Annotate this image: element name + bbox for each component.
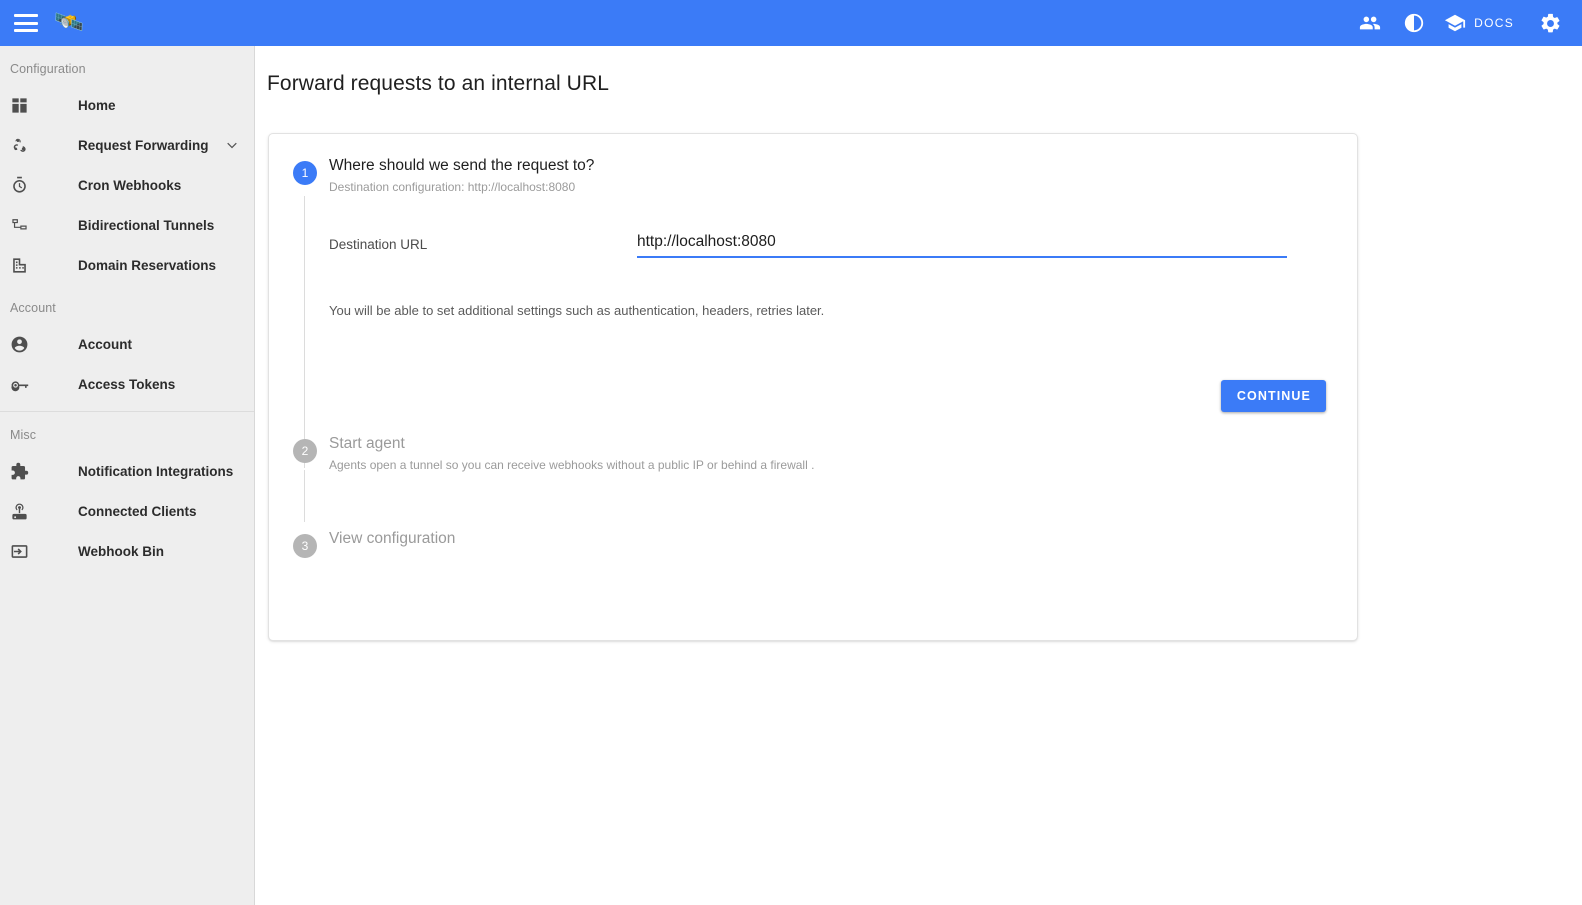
sidebar-item-label: Webhook Bin [78,543,164,559]
sidebar-item-notification-integrations[interactable]: Notification Integrations [0,451,254,491]
sidebar-item-label: Connected Clients [78,503,197,519]
sidebar-section-label-configuration: Configuration [10,62,86,76]
step-2-title: Start agent [329,435,405,452]
sidebar-item-label: Cron Webhooks [78,177,182,193]
step-3-text: View configuration [329,529,455,549]
webhook-icon [10,136,40,155]
hamburger-line [14,21,38,25]
destination-url-label: Destination URL [329,237,428,252]
step-1-subtitle: Destination configuration: http://localh… [329,180,576,194]
step-2-header[interactable]: 2 Start agent Agents open a tunnel so yo… [269,434,1357,473]
sidebar-item-home[interactable]: Home [0,85,254,125]
top-app-bar: 🛰️ DOCS [0,0,1582,46]
chevron-down-icon[interactable] [222,135,242,155]
sidebar-item-label: Account [78,336,132,352]
sidebar-item-label: Home [78,97,116,113]
sidebar-item-label: Notification Integrations [78,463,234,479]
dashboard-icon [10,96,40,115]
brightness-contrast-icon[interactable] [1392,0,1436,46]
sidebar: Configuration Home Request Forwarding Cr… [0,46,255,905]
step-3-header[interactable]: 3 View configuration [269,529,1357,558]
destination-url-input-wrap[interactable] [637,233,1287,258]
stepper-card: 1 Where should we send the request to? D… [268,133,1358,641]
hamburger-line [14,14,38,17]
key-icon [10,375,40,394]
docs-label: DOCS [1474,16,1514,30]
school-icon [1444,12,1466,34]
sidebar-section-label-account: Account [10,301,56,315]
input-arrow-icon [10,542,40,561]
sidebar-item-cron-webhooks[interactable]: Cron Webhooks [0,165,254,205]
sidebar-item-label: Domain Reservations [78,257,217,273]
sidebar-item-webhook-bin[interactable]: Webhook Bin [0,531,254,571]
sidebar-item-label: Access Tokens [78,376,176,392]
sidebar-item-account[interactable]: Account [0,324,254,364]
sidebar-item-domain-reservations[interactable]: Domain Reservations [0,245,254,285]
step-1-title: Where should we send the request to? [329,157,595,174]
sidebar-item-access-tokens[interactable]: Access Tokens [0,364,254,404]
step-3: 3 View configuration [269,473,1357,558]
timer-icon [10,176,40,195]
sidebar-item-label: Bidirectional Tunnels [78,217,215,233]
sidebar-item-connected-clients[interactable]: Connected Clients [0,491,254,531]
appbar-actions: DOCS [1348,0,1572,46]
account-circle-icon [10,335,40,354]
people-icon[interactable] [1348,0,1392,46]
docs-link[interactable]: DOCS [1436,0,1528,46]
sidebar-section-label-misc: Misc [10,428,37,442]
gear-icon[interactable] [1528,0,1572,46]
device-hub-icon [10,216,40,235]
destination-url-field-row: Destination URL [329,233,1357,258]
step-1-badge: 1 [293,161,317,185]
sidebar-item-label: Request Forwarding [78,137,209,153]
page-title: Forward requests to an internal URL [267,72,609,95]
step-1-text: Where should we send the request to? Des… [329,156,594,195]
step-1: 1 Where should we send the request to? D… [269,134,1357,468]
step-2-text: Start agent Agents open a tunnel so you … [329,434,814,473]
step-1-actions: CONTINUE [329,380,1357,412]
step-3-title: View configuration [329,530,456,547]
step-3-badge: 3 [293,534,317,558]
step-1-body: Destination URL You will be able to set … [329,195,1357,412]
domain-icon [10,256,40,275]
continue-button[interactable]: CONTINUE [1220,380,1326,412]
step-1-header[interactable]: 1 Where should we send the request to? D… [269,156,1357,195]
app-logo-icon[interactable]: 🛰️ [54,11,84,35]
hamburger-menu-icon[interactable] [14,14,38,32]
sidebar-item-request-forwarding[interactable]: Request Forwarding [0,125,254,165]
step-2-subtitle: Agents open a tunnel so you can receive … [329,458,815,472]
step-2: 2 Start agent Agents open a tunnel so yo… [269,412,1357,522]
router-icon [10,502,40,521]
step-2-badge: 2 [293,439,317,463]
sidebar-item-bidirectional-tunnels[interactable]: Bidirectional Tunnels [0,205,254,245]
hamburger-line [14,29,38,32]
helper-text: You will be able to set additional setti… [329,303,825,318]
main-content: Forward requests to an internal URL 1 Wh… [256,46,1582,905]
puzzle-piece-icon [10,462,40,481]
destination-url-input[interactable] [637,233,1287,256]
